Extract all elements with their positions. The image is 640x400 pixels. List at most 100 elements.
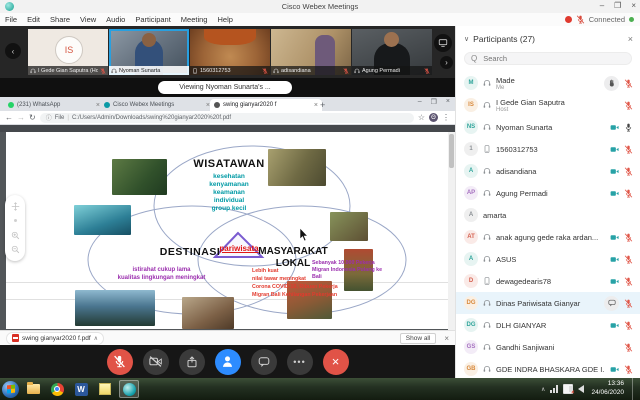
- taskbar-notes-button[interactable]: [95, 380, 115, 398]
- zoom-out-icon[interactable]: [11, 245, 20, 254]
- participant-row[interactable]: 1 1560312753: [456, 138, 640, 160]
- tab-pdf-active[interactable]: swing gianyar2020 f×: [210, 99, 322, 111]
- camera-button[interactable]: [143, 349, 169, 375]
- muted-mic-icon[interactable]: [624, 299, 633, 308]
- laser-pointer-icon[interactable]: [11, 216, 20, 225]
- participant-row-selected[interactable]: DG Dinas Pariwisata Gianyar: [456, 292, 640, 314]
- muted-mic-icon[interactable]: [624, 145, 633, 154]
- mic-on-icon[interactable]: [624, 123, 633, 132]
- menu-meeting[interactable]: Meeting: [176, 15, 213, 24]
- participant-row-presenter[interactable]: NS Nyoman Sunarta: [456, 116, 640, 138]
- browser-minimize-button[interactable]: –: [418, 98, 422, 106]
- menu-file[interactable]: File: [0, 15, 22, 24]
- muted-mic-icon[interactable]: [624, 101, 633, 110]
- search-input[interactable]: [481, 53, 615, 64]
- muted-mic-icon[interactable]: [624, 365, 633, 374]
- camera-on-icon[interactable]: [610, 145, 619, 154]
- camera-on-icon[interactable]: [610, 167, 619, 176]
- more-options-button[interactable]: •••: [287, 349, 313, 375]
- video-tile-active-speaker[interactable]: Nyoman Sunarta: [109, 29, 189, 75]
- forward-icon[interactable]: →: [17, 113, 25, 122]
- show-all-downloads-button[interactable]: Show all: [400, 333, 437, 344]
- video-tile[interactable]: adisandiana: [271, 29, 351, 75]
- strip-scroll-right-button[interactable]: ›: [440, 56, 453, 69]
- tab-webex[interactable]: Cisco Webex Meetings×: [100, 99, 214, 111]
- network-icon[interactable]: [550, 385, 558, 393]
- pdf-scrollbar[interactable]: [448, 132, 455, 330]
- participant-search[interactable]: Q: [464, 52, 632, 65]
- share-button[interactable]: [179, 349, 205, 375]
- participant-row[interactable]: D dewagedearis78: [456, 270, 640, 292]
- taskbar-chrome-button[interactable]: [47, 380, 67, 398]
- chat-bubble-icon[interactable]: [604, 296, 619, 311]
- menu-view[interactable]: View: [75, 15, 101, 24]
- participant-row[interactable]: A ASUS: [456, 248, 640, 270]
- address-field[interactable]: ⓘ File | C:/Users/Admin/Downloads/swing%…: [40, 113, 414, 123]
- pan-tool-icon[interactable]: [11, 202, 20, 211]
- tab-whatsapp[interactable]: (231) WhatsApp×: [4, 99, 104, 111]
- video-tile[interactable]: Agung Permadi: [352, 29, 432, 75]
- end-meeting-button[interactable]: ×: [323, 349, 349, 375]
- taskbar-explorer-button[interactable]: [23, 380, 43, 398]
- muted-mic-icon[interactable]: [624, 255, 633, 264]
- muted-mic-icon[interactable]: [624, 321, 633, 330]
- mute-button[interactable]: [107, 349, 133, 375]
- camera-on-icon[interactable]: [610, 365, 619, 374]
- camera-on-icon[interactable]: [610, 255, 619, 264]
- participant-row[interactable]: DG DLH GIANYAR: [456, 314, 640, 336]
- participant-row[interactable]: GB GDE INDRA BHASKARA GDE I...: [456, 358, 640, 380]
- reload-icon[interactable]: ↻: [29, 113, 36, 122]
- participant-row[interactable]: A amarta: [456, 204, 640, 226]
- layout-button[interactable]: [434, 34, 452, 52]
- participant-row[interactable]: AP Agung Permadi: [456, 182, 640, 204]
- browser-menu-icon[interactable]: ⋮: [442, 113, 450, 122]
- start-button[interactable]: [2, 381, 19, 398]
- participant-row[interactable]: AT anak agung gede raka ardan...: [456, 226, 640, 248]
- taskbar-webex-button[interactable]: [119, 380, 139, 398]
- taskbar-word-button[interactable]: W: [71, 380, 91, 398]
- close-button[interactable]: ×: [631, 1, 636, 10]
- camera-on-icon[interactable]: [610, 277, 619, 286]
- close-panel-icon[interactable]: ×: [628, 34, 633, 44]
- strip-scroll-left-button[interactable]: ‹: [5, 43, 21, 59]
- video-tile[interactable]: IS I Gede Gian Saputra (Host): [28, 29, 108, 75]
- zoom-in-icon[interactable]: [11, 231, 20, 240]
- tab-close-icon[interactable]: ×: [314, 102, 318, 109]
- browser-maximize-button[interactable]: ❐: [431, 98, 437, 106]
- menu-audio[interactable]: Audio: [101, 15, 130, 24]
- participant-row[interactable]: A adisandiana: [456, 160, 640, 182]
- maximize-button[interactable]: ❐: [614, 1, 621, 10]
- browser-close-button[interactable]: ×: [446, 98, 450, 106]
- camera-on-icon[interactable]: [610, 189, 619, 198]
- menu-edit[interactable]: Edit: [22, 15, 45, 24]
- muted-mic-icon[interactable]: [624, 167, 633, 176]
- taskbar-clock[interactable]: 13:36 24/06/2020: [591, 380, 627, 398]
- new-tab-button[interactable]: +: [320, 100, 325, 110]
- back-icon[interactable]: ←: [5, 113, 13, 122]
- video-tile[interactable]: 1560312753: [190, 29, 270, 75]
- chat-button[interactable]: [251, 349, 277, 375]
- speaker-icon[interactable]: [578, 385, 584, 393]
- profile-avatar[interactable]: Θ: [429, 113, 438, 122]
- muted-mic-icon[interactable]: [624, 189, 633, 198]
- minimize-button[interactable]: –: [600, 1, 604, 10]
- menu-share[interactable]: Share: [45, 15, 75, 24]
- camera-on-icon[interactable]: [610, 123, 619, 132]
- muted-mic-icon[interactable]: [624, 277, 633, 286]
- menu-participant[interactable]: Participant: [130, 15, 175, 24]
- participant-row-host[interactable]: IS I Gede Gian SaputraHost: [456, 94, 640, 116]
- muted-mic-icon[interactable]: [624, 79, 633, 88]
- close-downloads-icon[interactable]: ×: [444, 334, 449, 343]
- camera-on-icon[interactable]: [610, 321, 619, 330]
- muted-mic-icon[interactable]: [624, 343, 633, 352]
- camera-on-icon[interactable]: [610, 233, 619, 242]
- muted-mic-icon[interactable]: [624, 233, 633, 242]
- bookmark-star-icon[interactable]: ☆: [418, 113, 425, 122]
- chevron-up-icon[interactable]: ∧: [94, 335, 98, 342]
- show-desktop-button[interactable]: [632, 378, 638, 400]
- participant-row-made[interactable]: M MadeMe: [456, 72, 640, 94]
- tray-expand-icon[interactable]: ∧: [541, 386, 545, 393]
- menu-help[interactable]: Help: [212, 15, 237, 24]
- chevron-down-icon[interactable]: ∨: [464, 35, 469, 43]
- participant-row[interactable]: GS Gandhi Sanjiwani: [456, 336, 640, 358]
